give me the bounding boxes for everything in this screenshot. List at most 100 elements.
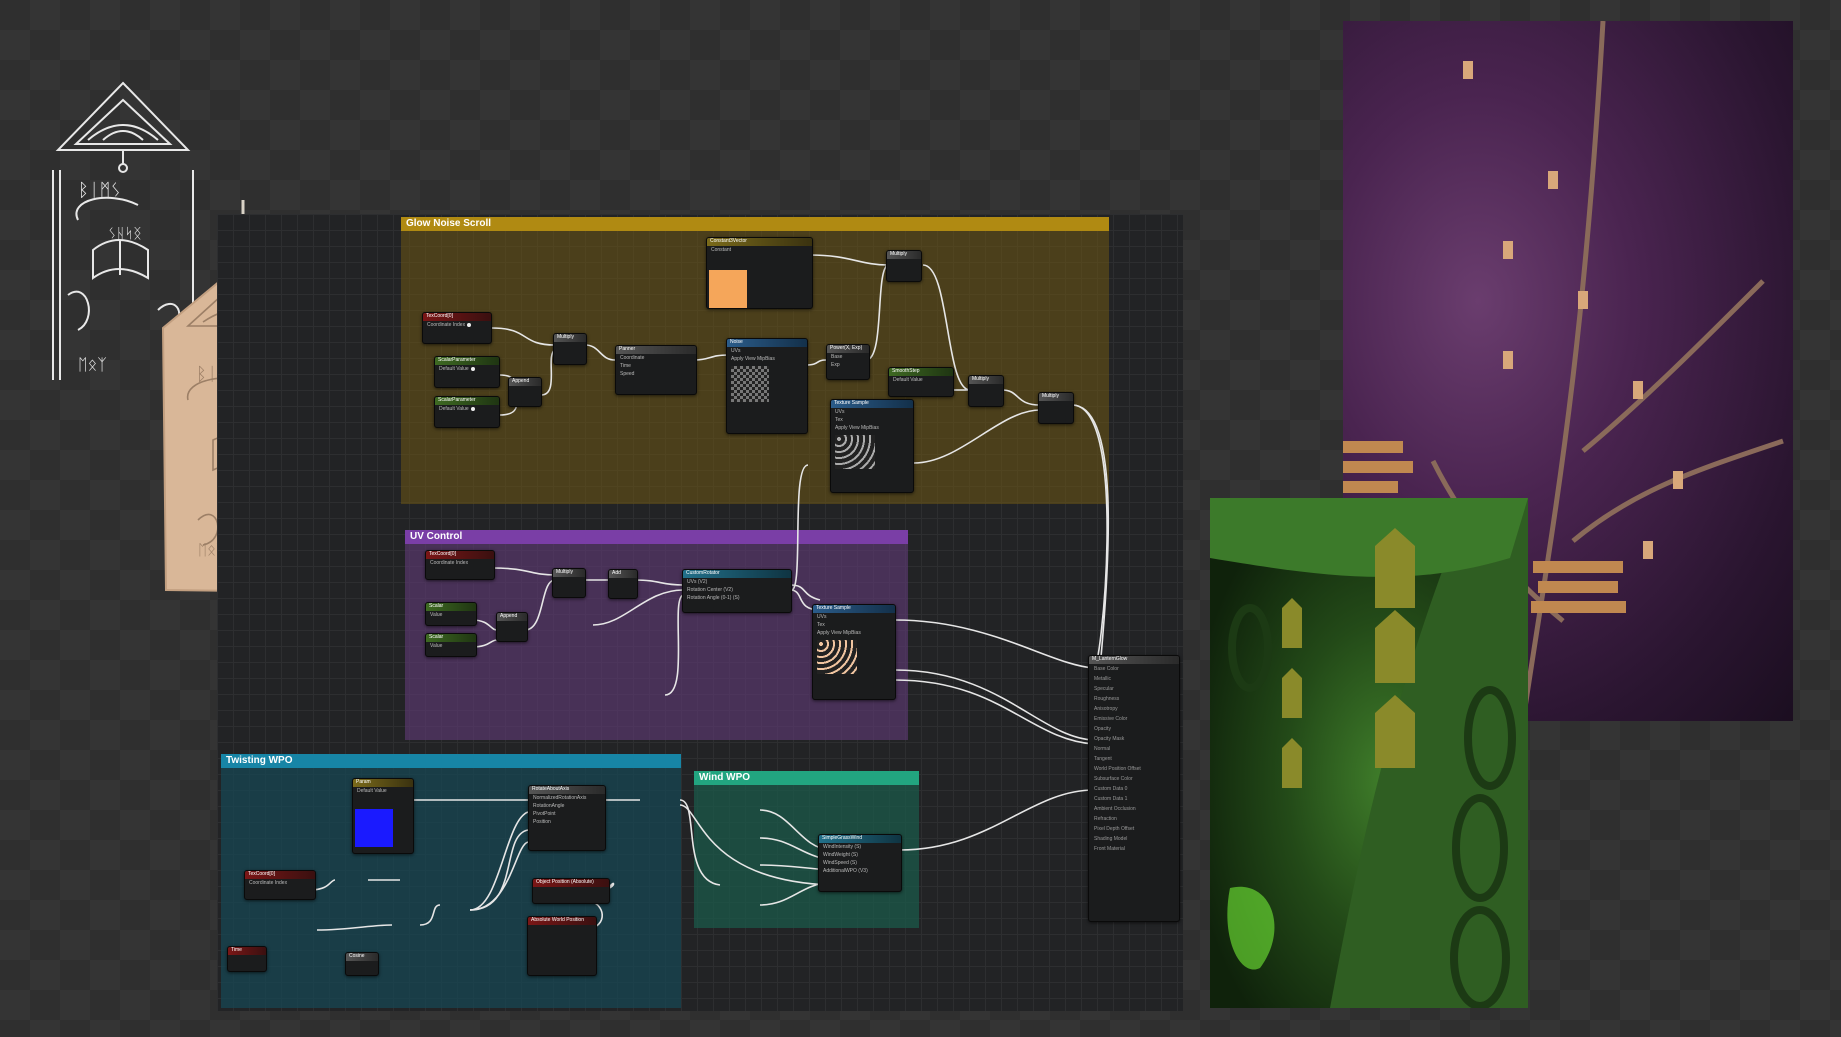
node-title: M_LanternGlow: [1089, 656, 1179, 664]
add-node[interactable]: Add: [608, 569, 638, 599]
node-title: Noise: [727, 339, 807, 347]
node-title: Power(X, Exp): [827, 345, 869, 353]
node-pin-label: Constant: [711, 247, 732, 253]
svg-text:ᛊᚺᛋᛝ: ᛊᚺᛋᛝ: [108, 226, 142, 242]
node-title: Scalar: [426, 603, 476, 611]
node-title: TexCoord[0]: [423, 313, 491, 321]
node-title: Scalar: [426, 634, 476, 642]
simple-grass-wind-node[interactable]: SimpleGrassWind WindIntensity (S) WindWe…: [818, 834, 902, 892]
object-position-node[interactable]: Object Position (Absolute): [532, 878, 610, 904]
node-pin-label: NormalizedRotationAxis: [533, 795, 587, 801]
material-pin[interactable]: Tangent: [1089, 754, 1179, 764]
absolute-world-position-node[interactable]: Absolute World Position: [527, 916, 597, 976]
output-pin[interactable]: [470, 406, 475, 411]
node-pin-label: Rotation Center (V2): [687, 587, 733, 593]
constant3vector-node[interactable]: Constant3Vector Constant: [706, 237, 813, 309]
material-pin[interactable]: Subsurface Color: [1089, 774, 1179, 784]
material-pin[interactable]: Pixel Depth Offset: [1089, 824, 1179, 834]
multiply-node[interactable]: Multiply: [968, 375, 1004, 407]
material-pin[interactable]: Normal: [1089, 744, 1179, 754]
node-pin-label: Coordinate Index: [430, 560, 469, 566]
texcoord-node[interactable]: TexCoord[0] Coordinate Index: [422, 312, 492, 344]
node-title: Object Position (Absolute): [533, 879, 609, 887]
scalar-node[interactable]: Scalar Value: [425, 602, 477, 626]
node-title: Texture Sample: [813, 605, 895, 613]
scalar-parameter-node[interactable]: ScalarParameter Default Value: [434, 396, 500, 428]
node-title: Constant3Vector: [707, 238, 812, 246]
node-pin-label: UVs (V2): [687, 579, 708, 585]
color-swatch: [355, 809, 393, 847]
node-title: Multiply: [553, 569, 585, 577]
node-pin-label: WindIntensity (S): [823, 844, 862, 850]
node-pin-label: Speed: [620, 371, 635, 377]
output-pin[interactable]: [467, 322, 472, 327]
node-pin-label: PivotPoint: [533, 811, 556, 817]
node-pin-label: Default Value: [439, 406, 469, 412]
node-title: Multiply: [1039, 393, 1073, 401]
material-pin[interactable]: Opacity Mask: [1089, 734, 1179, 744]
material-pin[interactable]: Emissive Color: [1089, 714, 1179, 724]
scalar-node[interactable]: Scalar Value: [425, 633, 477, 657]
texcoord-node[interactable]: TexCoord[0] Coordinate Index: [244, 870, 316, 900]
node-pin-label: Default Value: [357, 788, 387, 794]
node-pin-label: Apply View MipBias: [817, 630, 861, 636]
texture-preview: [817, 640, 857, 674]
panner-node[interactable]: Panner Coordinate Time Speed: [615, 345, 697, 395]
noise-preview: [731, 366, 769, 402]
material-pin[interactable]: Anisotropy: [1089, 704, 1179, 714]
noise-node[interactable]: Noise UVs Apply View MipBias: [726, 338, 808, 434]
param-node[interactable]: Param Default Value: [352, 778, 414, 854]
material-pin[interactable]: World Position Offset: [1089, 764, 1179, 774]
multiply-node[interactable]: Multiply: [553, 333, 587, 365]
node-title: ScalarParameter: [435, 397, 499, 405]
node-title: Cosine: [346, 953, 378, 961]
node-title: Param: [353, 779, 413, 787]
time-node[interactable]: Time: [227, 946, 267, 972]
texture-sample-node[interactable]: Texture Sample UVs Tex Apply View MipBia…: [812, 604, 896, 700]
material-pin[interactable]: Shading Model: [1089, 834, 1179, 844]
comment-title: Wind WPO: [694, 771, 919, 785]
node-pin-label: RotationAngle: [533, 803, 565, 809]
multiply-node[interactable]: Multiply: [886, 250, 922, 282]
material-pin[interactable]: Custom Data 1: [1089, 794, 1179, 804]
power-node[interactable]: Power(X, Exp) Base Exp: [826, 344, 870, 380]
scalar-parameter-node[interactable]: ScalarParameter Default Value: [434, 356, 500, 388]
multiply-node[interactable]: Multiply: [1038, 392, 1074, 424]
append-node[interactable]: Append: [508, 377, 542, 407]
output-pin[interactable]: [470, 366, 475, 371]
node-title: Panner: [616, 346, 696, 354]
node-title: Multiply: [969, 376, 1003, 384]
material-pin[interactable]: Front Material: [1089, 844, 1179, 854]
node-pin-label: Apply View MipBias: [731, 356, 775, 362]
node-pin-label: UVs: [835, 409, 845, 415]
material-pin[interactable]: Base Color: [1089, 664, 1179, 674]
node-pin-label: Coordinate Index: [249, 880, 288, 886]
custom-rotator-node[interactable]: CustomRotator UVs (V2) Rotation Center (…: [682, 569, 792, 613]
svg-text:ᛖᛟᛉ: ᛖᛟᛉ: [78, 355, 107, 374]
node-title: CustomRotator: [683, 570, 791, 578]
node-pin-label: Tex: [817, 622, 825, 628]
texture-sample-node[interactable]: Texture Sample UVs Tex Apply View MipBia…: [830, 399, 914, 493]
material-pin[interactable]: Opacity: [1089, 724, 1179, 734]
comment-title: UV Control: [405, 530, 908, 544]
texcoord-node[interactable]: TexCoord[0] Coordinate Index: [425, 550, 495, 580]
multiply-node[interactable]: Multiply: [552, 568, 586, 598]
node-title: TexCoord[0]: [245, 871, 315, 879]
cosine-node[interactable]: Cosine: [345, 952, 379, 976]
material-pin[interactable]: Specular: [1089, 684, 1179, 694]
material-pin[interactable]: Metallic: [1089, 674, 1179, 684]
node-title: ScalarParameter: [435, 357, 499, 365]
tree-trunk-illustration: [1210, 498, 1528, 1008]
append-node[interactable]: Append: [496, 612, 528, 642]
material-pin[interactable]: Ambient Occlusion: [1089, 804, 1179, 814]
node-pin-label: Coordinate: [620, 355, 645, 361]
node-pin-label: Exp: [831, 362, 840, 368]
smoothstep-node[interactable]: SmoothStep Default Value: [888, 367, 954, 397]
material-output-node[interactable]: M_LanternGlow Base Color Metallic Specul…: [1088, 655, 1180, 922]
texture-preview: [835, 435, 875, 469]
node-title: TexCoord[0]: [426, 551, 494, 559]
material-pin[interactable]: Roughness: [1089, 694, 1179, 704]
material-pin[interactable]: Refraction: [1089, 814, 1179, 824]
material-pin[interactable]: Custom Data 0: [1089, 784, 1179, 794]
rotate-about-axis-node[interactable]: RotateAboutAxis NormalizedRotationAxis R…: [528, 785, 606, 851]
